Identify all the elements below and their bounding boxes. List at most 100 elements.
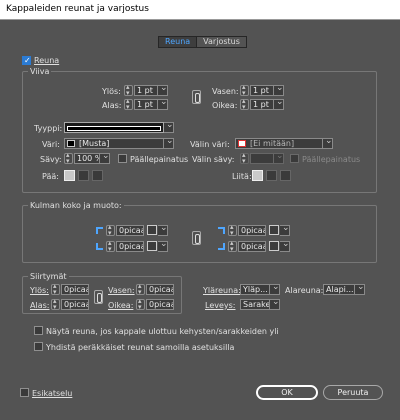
- esikatselu-checkbox[interactable]: [20, 388, 29, 397]
- corner-br-field[interactable]: 0picaa: [238, 241, 266, 252]
- vasen-stepper[interactable]: [240, 83, 249, 97]
- corner-bottom-left-icon: [96, 243, 103, 250]
- corner-br-dropdown[interactable]: [280, 239, 290, 252]
- alas-stepper[interactable]: [124, 97, 133, 111]
- siirtymat-vasen-label: Vasen:: [108, 286, 135, 295]
- siirtymat-ylos-label: Ylös:: [30, 286, 49, 295]
- ylos-label: Ylös:: [102, 87, 121, 96]
- paallepainatus-label: Päällepainatus: [130, 155, 189, 164]
- savy-dropdown[interactable]: [100, 151, 110, 164]
- leveys-label: Leveys:: [205, 301, 236, 310]
- join-round-icon[interactable]: [266, 170, 277, 181]
- peruuta-button[interactable]: Peruuta: [323, 385, 383, 400]
- ok-button[interactable]: OK: [256, 385, 318, 400]
- nayta-reuna-checkbox[interactable]: [34, 326, 43, 335]
- nayta-reuna-label: Näytä reuna, jos kappale ulottuu kehyste…: [46, 327, 279, 336]
- link-weights-button[interactable]: [192, 90, 201, 104]
- corner-top-right-icon: [218, 227, 225, 234]
- tyyppi-stroke-preview[interactable]: [64, 122, 164, 133]
- leveys-dropdown[interactable]: [270, 297, 280, 310]
- yhdista-checkbox[interactable]: [34, 342, 43, 351]
- siirtymat-oikea-stepper[interactable]: [136, 297, 145, 311]
- tab-bar: Reuna Varjostus: [158, 36, 247, 48]
- tab-varjostus[interactable]: Varjostus: [196, 37, 246, 47]
- siirtymat-ylos-field[interactable]: 0picaa: [61, 284, 89, 295]
- siirtymat-vasen-stepper[interactable]: [136, 282, 145, 296]
- ylareuna-label: Yläreuna:: [203, 286, 241, 295]
- join-miter-icon[interactable]: [252, 170, 263, 181]
- alas-label: Alas:: [102, 101, 122, 110]
- reuna-label: Reuna: [34, 56, 60, 65]
- ylos-stepper[interactable]: [124, 83, 133, 97]
- corner-link-button[interactable]: [192, 231, 201, 245]
- vasen-label: Vasen:: [212, 87, 239, 96]
- siirtymat-alas-label: Alas:: [30, 301, 50, 310]
- kulma-group-label: Kulman koko ja muoto:: [28, 201, 124, 210]
- paallepainatus-checkbox[interactable]: [118, 154, 127, 163]
- siirtymat-link-button[interactable]: [94, 290, 103, 304]
- corner-top-left-icon: [96, 227, 103, 234]
- ylos-dropdown[interactable]: [158, 83, 168, 96]
- savy-stepper[interactable]: [64, 151, 73, 165]
- oikea-stepper[interactable]: [240, 97, 249, 111]
- corner-bl-stepper[interactable]: [106, 239, 115, 253]
- black-swatch: [67, 140, 75, 147]
- alas-dropdown[interactable]: [158, 97, 168, 110]
- ylareuna-field[interactable]: Yläp...: [240, 284, 270, 295]
- leveys-field[interactable]: Sarake: [240, 299, 270, 310]
- cap-butt-icon[interactable]: [64, 170, 75, 181]
- corner-tl-shape-icon[interactable]: [147, 225, 157, 235]
- corner-bl-field[interactable]: 0picaa1: [116, 241, 144, 252]
- siirtymat-ylos-stepper[interactable]: [51, 282, 60, 296]
- valin-vari-dropdown[interactable]: [323, 136, 333, 149]
- corner-tr-field[interactable]: 0picaa: [238, 225, 266, 236]
- siirtymat-vasen-field[interactable]: 0picaa: [146, 284, 174, 295]
- siirtymat-alas-field[interactable]: 0picaa: [61, 299, 89, 310]
- esikatselu-label: Esikatselu: [32, 389, 73, 398]
- oikea-field[interactable]: 1 pt: [250, 99, 274, 110]
- corner-bl-shape-icon[interactable]: [147, 241, 157, 251]
- cap-round-icon[interactable]: [78, 170, 89, 181]
- corner-bottom-right-icon: [218, 243, 225, 250]
- corner-bl-dropdown[interactable]: [158, 239, 168, 252]
- ylareuna-dropdown[interactable]: [270, 282, 280, 295]
- valin-savy-stepper[interactable]: [240, 151, 249, 165]
- tyyppi-dropdown[interactable]: [164, 120, 174, 133]
- siirtymat-oikea-field[interactable]: 0picaa: [146, 299, 174, 310]
- alareuna-dropdown[interactable]: [355, 282, 365, 295]
- viiva-group-label: Viiva: [28, 67, 52, 76]
- corner-tr-dropdown[interactable]: [280, 223, 290, 236]
- window-title: Kappaleiden reunat ja varjostus: [6, 4, 149, 14]
- reuna-checkbox[interactable]: [22, 56, 31, 65]
- oikea-label: Oikea:: [212, 101, 238, 110]
- alareuna-label: Alareuna:: [285, 286, 324, 295]
- valin-savy-dropdown[interactable]: [274, 151, 284, 164]
- savy-field[interactable]: 100 %: [74, 153, 100, 164]
- alareuna-field[interactable]: Alapi...: [323, 284, 355, 295]
- alas-field[interactable]: 1 pt: [134, 99, 158, 110]
- ylos-field[interactable]: 1 pt: [134, 85, 158, 96]
- vari-field[interactable]: [Musta]: [64, 138, 164, 149]
- join-bevel-icon[interactable]: [280, 170, 291, 181]
- corner-br-stepper[interactable]: [228, 239, 237, 253]
- siirtymat-oikea-label: Oikea:: [108, 301, 134, 310]
- valin-paallepainatus-checkbox[interactable]: [290, 154, 299, 163]
- oikea-dropdown[interactable]: [274, 97, 284, 110]
- corner-br-shape-icon[interactable]: [269, 241, 279, 251]
- valin-vari-value: [Ei mitään]: [250, 139, 295, 148]
- vasen-field[interactable]: 1 pt: [250, 85, 274, 96]
- siirtymat-alas-stepper[interactable]: [51, 297, 60, 311]
- vasen-dropdown[interactable]: [274, 83, 284, 96]
- vari-dropdown[interactable]: [164, 136, 174, 149]
- corner-tr-stepper[interactable]: [228, 223, 237, 237]
- valin-savy-field[interactable]: [250, 153, 274, 164]
- corner-tl-dropdown[interactable]: [158, 223, 168, 236]
- tyyppi-label: Tyyppi:: [34, 124, 63, 133]
- corner-tr-shape-icon[interactable]: [269, 225, 279, 235]
- corner-tl-field[interactable]: 0picaa1: [116, 225, 144, 236]
- cap-square-icon[interactable]: [92, 170, 103, 181]
- tab-reuna[interactable]: Reuna: [159, 37, 197, 47]
- corner-tl-stepper[interactable]: [106, 223, 115, 237]
- valin-vari-field[interactable]: [Ei mitään]: [235, 138, 323, 149]
- vari-value: [Musta]: [79, 139, 110, 148]
